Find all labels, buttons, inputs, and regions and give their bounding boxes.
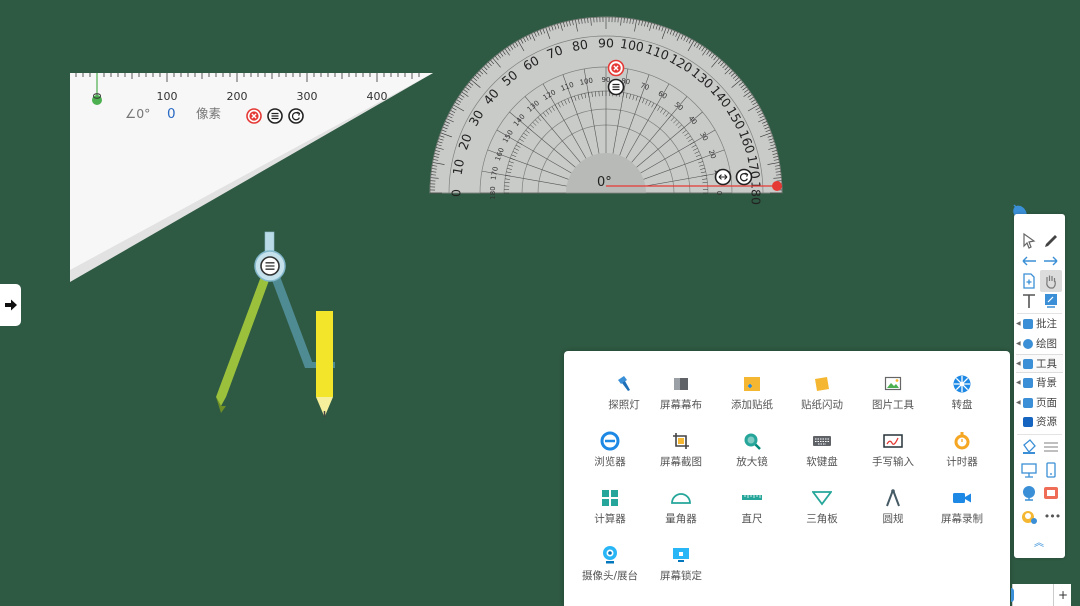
screen-lock-icon [673,548,689,562]
pen-icon[interactable] [1042,232,1060,250]
handwriting-icon [883,434,903,448]
undo-icon[interactable] [1020,252,1038,270]
tool-add-sticker[interactable]: 添加贴纸 [716,374,788,424]
arrow-right-icon [4,299,17,311]
menu-icon[interactable] [254,250,286,282]
screen-curtain-icon [674,378,688,390]
courseware-icon[interactable] [1042,484,1060,502]
protractor-icon [671,493,691,504]
ruler-icon [742,495,762,500]
tool-sticker-flash[interactable]: 贴纸闪动 [786,374,858,424]
projector-icon[interactable] [1020,461,1038,479]
tools-icon [1023,358,1033,369]
tool-screen-curtain[interactable]: 屏幕幕布 [645,374,717,424]
screen-record-icon [953,493,971,503]
annotate-icon [1023,318,1033,329]
page-icon [1023,397,1033,408]
select-cursor-icon[interactable] [1020,232,1038,250]
tool-screenshot[interactable]: 屏幕截图 [645,431,717,481]
tool-ruler[interactable]: 直尺 [716,488,788,538]
tool-calculator[interactable]: 计算器 [574,488,646,538]
collapse-toolbar-button[interactable]: ︽ [1029,537,1049,551]
strip-divider [1053,584,1054,606]
tool-spinner-wheel[interactable]: 转盘 [926,374,998,424]
magnifier-icon [744,433,761,450]
tool-protractor[interactable]: 量角器 [645,488,717,538]
menu-annotate[interactable]: ◀ 批注 [1016,315,1063,332]
tool-handwriting[interactable]: 手写输入 [857,431,929,481]
page-indicator [1011,588,1014,602]
tool-camera[interactable]: 摄像头/展台 [574,545,646,595]
menu-tools[interactable]: ◀ 工具 [1016,354,1063,373]
toolbar-divider [1017,434,1062,435]
student-icon[interactable] [1020,508,1038,526]
left-panel-expander[interactable] [0,284,21,326]
tool-browser[interactable]: 浏览器 [574,431,646,481]
sticker-flash-icon [815,377,829,391]
tool-magnifier[interactable]: 放大镜 [716,431,788,481]
bottom-page-strip: + [1011,584,1071,606]
whiteboard-icon[interactable] [1042,292,1060,310]
hand-icon[interactable] [1042,272,1060,290]
spinner-wheel-icon [953,375,971,393]
menu-background[interactable]: ◀ 背景 [1016,374,1063,391]
camera-icon [603,546,617,564]
compass-left-leg [216,271,271,406]
screenshot-icon [673,433,689,449]
keyboard-icon [813,436,831,446]
menu-page[interactable]: ◀ 页面 [1016,394,1063,411]
triangle-ruler-icon [812,491,832,506]
tools-panel: 探照灯 屏幕幕布 添加贴纸 贴纸闪动 图片工具 转盘 浏览器 屏幕截图 放大镜 … [564,351,1010,606]
add-page-button[interactable]: + [1057,586,1069,604]
text-icon[interactable] [1020,292,1038,310]
tool-image-tool[interactable]: 图片工具 [857,374,929,424]
browser-icon [600,431,620,451]
tool-compass[interactable]: 圆规 [857,488,929,538]
compass-pencil [316,311,333,397]
compass-right-leg [270,271,313,368]
fill-bucket-icon[interactable] [1020,438,1038,456]
background-icon [1023,377,1033,388]
globe-icon[interactable] [1020,484,1038,502]
add-sticker-icon [744,377,760,391]
menu-draw[interactable]: ◀ 绘图 [1016,335,1063,352]
timer-icon [954,432,970,450]
tool-screen-record[interactable]: 屏幕录制 [926,488,998,538]
compass-icon [886,489,900,507]
toolbar-divider [1017,313,1062,314]
right-toolbar: ◀ 批注 ◀ 绘图 ◀ 工具 ◀ 背景 ◀ 页面 资源 ••• ︽ [1014,214,1065,558]
menu-resource[interactable]: 资源 [1016,413,1063,430]
resource-icon [1023,416,1033,427]
line-style-icon[interactable] [1042,438,1060,456]
draw-icon [1023,338,1033,349]
tool-timer[interactable]: 计时器 [926,431,998,481]
calculator-icon [602,490,618,506]
new-page-icon[interactable] [1020,272,1038,290]
redo-icon[interactable] [1042,252,1060,270]
tool-screen-lock[interactable]: 屏幕锁定 [645,545,717,595]
more-button[interactable]: ••• [1042,508,1062,526]
mobile-sync-icon[interactable] [1042,461,1060,479]
image-tool-icon [884,376,902,391]
tool-keyboard[interactable]: 软键盘 [786,431,858,481]
flashlight-icon [618,376,630,391]
tool-triangle-ruler[interactable]: 三角板 [786,488,858,538]
